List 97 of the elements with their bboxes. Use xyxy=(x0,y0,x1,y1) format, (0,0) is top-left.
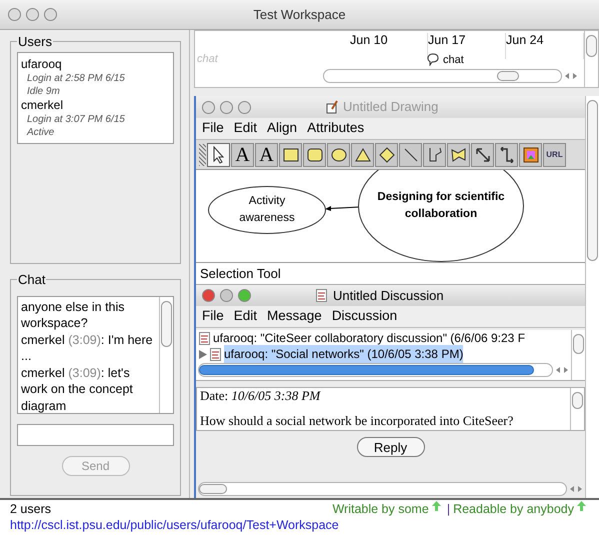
diamond-icon xyxy=(378,146,394,162)
tool-button[interactable] xyxy=(327,142,350,166)
rectangle-icon xyxy=(282,148,298,162)
menu-item[interactable]: File xyxy=(202,306,224,327)
tool-button[interactable] xyxy=(279,142,302,166)
line-icon xyxy=(404,148,418,162)
user-count: 2 users xyxy=(10,501,51,517)
chat-message: cmerkel (3:09): I'm here ... xyxy=(21,332,154,364)
vertical-scrollbar[interactable] xyxy=(159,296,173,412)
tool-button[interactable] xyxy=(519,142,542,166)
connector-arrow xyxy=(324,204,360,212)
users-heading: Users xyxy=(17,33,53,51)
minimize-window-button[interactable] xyxy=(220,289,233,302)
polyline-icon xyxy=(428,146,442,162)
zoom-window-button[interactable] xyxy=(238,100,251,114)
thread-item[interactable]: ufarooq: "Social networks" (10/6/05 3:38 PM) xyxy=(224,345,464,363)
up-arrow-icon xyxy=(577,501,586,511)
rounded-rectangle-icon xyxy=(306,148,322,162)
thread-item[interactable]: ufarooq: "CiteSeer collaboratory discussion" (6/6/06 9:23 F xyxy=(213,330,526,347)
document-icon xyxy=(210,348,221,360)
disclosure-triangle-icon[interactable] xyxy=(199,350,207,358)
window-title: Test Workspace xyxy=(253,6,346,24)
menu-item[interactable]: Attributes xyxy=(307,118,364,139)
drawing-document-icon xyxy=(326,100,338,114)
chat-input[interactable] xyxy=(17,424,174,446)
close-window-button[interactable] xyxy=(202,100,215,114)
chat-heading: Chat xyxy=(17,271,46,289)
menu-item[interactable]: Edit xyxy=(234,118,258,139)
chat-message: cmerkel (3:09): let's work on the concept diagram xyxy=(21,364,134,412)
write-permission[interactable]: Writable by some xyxy=(332,501,429,517)
menu-item[interactable]: Message xyxy=(267,306,322,327)
double-arrow-icon xyxy=(474,146,490,162)
thread-row[interactable]: ufarooq: "CiteSeer collaboratory discussion" (6/6/06 9:23 F xyxy=(196,330,571,346)
triangle-icon xyxy=(354,148,370,162)
document-icon xyxy=(316,289,327,302)
diagram-node[interactable]: Designing for scientific collaboration xyxy=(358,170,524,262)
scroll-arrows-icon[interactable] xyxy=(564,72,578,80)
tool-button[interactable] xyxy=(447,142,470,166)
vertical-scrollbar[interactable] xyxy=(584,31,598,87)
tool-button[interactable] xyxy=(399,142,422,166)
tool-button[interactable]: A xyxy=(255,142,278,166)
vertical-scrollbar[interactable] xyxy=(571,330,585,380)
workspace-link[interactable]: http://cscl.ist.psu.edu/public/users/ufarooq/Test+Workspace xyxy=(10,517,589,533)
menu-item[interactable]: File xyxy=(202,118,224,139)
text-tool-label: A xyxy=(235,144,250,164)
user-status: Active xyxy=(26,126,56,138)
tool-button[interactable] xyxy=(495,142,518,166)
login-time: Login at 3:07 PM 6/15 xyxy=(26,112,126,126)
close-window-button[interactable] xyxy=(202,289,215,302)
scroll-arrows-icon[interactable] xyxy=(555,366,569,374)
message-date: Date: 10/6/05 3:38 PM xyxy=(200,388,322,403)
horizontal-scrollbar[interactable] xyxy=(198,363,553,377)
thread-row[interactable]: ufarooq: "Social networks" (10/6/05 3:38 PM) xyxy=(196,346,571,362)
polygon-icon xyxy=(450,148,466,162)
tool-button[interactable] xyxy=(471,142,494,166)
up-arrow-icon xyxy=(432,501,441,511)
reply-button[interactable]: Reply xyxy=(356,437,424,457)
speech-bubble-icon xyxy=(427,53,439,66)
user-status: Idle 9m xyxy=(26,84,61,98)
tool-button[interactable]: URL xyxy=(543,142,566,166)
toolbar-grip-icon xyxy=(199,144,206,166)
pointer-icon xyxy=(212,146,226,164)
tool-button[interactable] xyxy=(423,142,446,166)
close-window-button[interactable] xyxy=(8,8,21,21)
elbow-arrow-icon xyxy=(498,146,514,162)
zoom-window-button[interactable] xyxy=(238,289,251,302)
ellipse-icon xyxy=(330,148,346,162)
horizontal-scrollbar[interactable] xyxy=(198,482,567,496)
vertical-scrollbar[interactable] xyxy=(585,96,599,498)
separator-text: | xyxy=(446,501,452,517)
user-name[interactable]: cmerkel xyxy=(21,98,170,112)
menu-item[interactable]: Edit xyxy=(234,306,258,327)
picture-frame-icon xyxy=(522,146,538,162)
scroll-arrows-icon[interactable] xyxy=(569,485,583,493)
login-time: Login at 2:58 PM 6/15 xyxy=(26,72,126,84)
minimize-window-button[interactable] xyxy=(26,8,39,21)
zoom-window-button[interactable] xyxy=(44,8,57,21)
tool-button[interactable] xyxy=(351,142,374,166)
tool-button[interactable]: A xyxy=(231,142,254,166)
horizontal-scrollbar[interactable] xyxy=(323,69,562,83)
drawing-window-title: Untitled Drawing xyxy=(343,98,438,116)
read-permission[interactable]: Readable by anybody xyxy=(453,501,574,517)
discussion-window-title: Untitled Discussion xyxy=(333,286,444,305)
tool-button[interactable] xyxy=(303,142,326,166)
message-body: How should a social network be incorporated into CiteSeer? xyxy=(200,413,514,428)
timeline-track-label: chat xyxy=(197,52,218,67)
diagram-node[interactable]: Activity awareness xyxy=(208,186,326,234)
text-link-tool-label: A xyxy=(259,144,274,164)
menu-item[interactable]: Discussion xyxy=(332,306,398,327)
menu-item[interactable]: Align xyxy=(267,118,298,139)
vertical-scrollbar[interactable] xyxy=(570,388,584,430)
minimize-window-button[interactable] xyxy=(220,100,233,114)
tool-button[interactable] xyxy=(207,142,230,166)
chat-message: anyone else in this workspace? xyxy=(21,298,126,332)
user-name[interactable]: ufarooq xyxy=(21,56,170,72)
tool-button[interactable] xyxy=(375,142,398,166)
url-tool-label: URL xyxy=(546,150,563,158)
